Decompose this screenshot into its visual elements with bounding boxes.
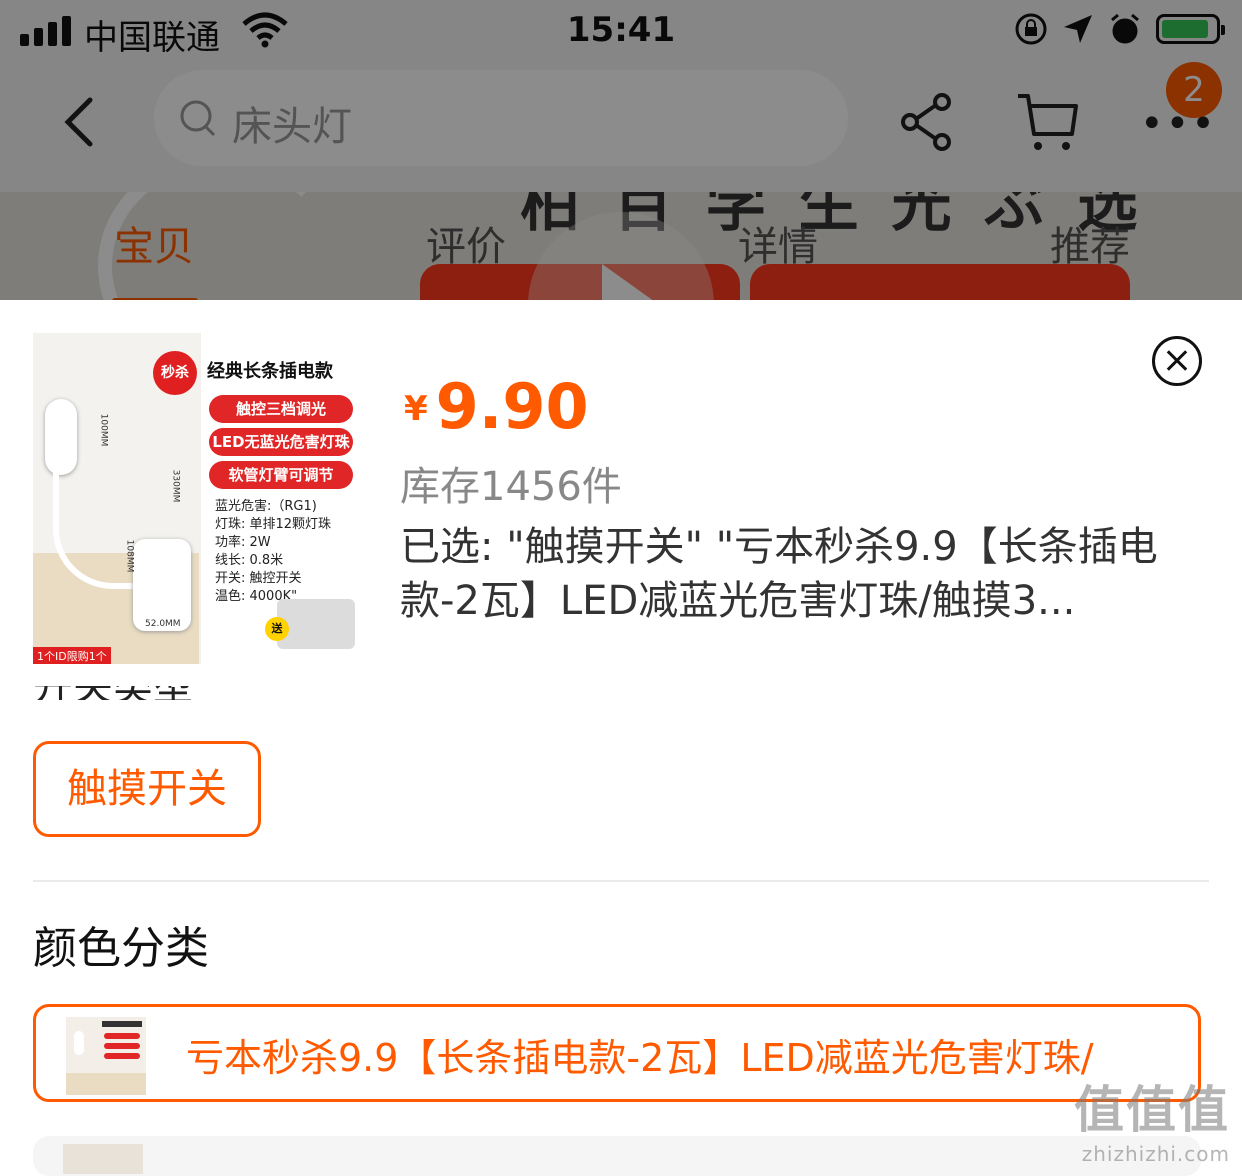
- image-spec: 蓝光危害:（RG1): [215, 499, 317, 514]
- watermark-url: zhizhizhi.com: [1081, 1142, 1230, 1166]
- color-option-selected[interactable]: 亏本秒杀9.9【长条插电款-2瓦】LED减蓝光危害灯珠/: [33, 1004, 1201, 1102]
- image-title: 经典长条插电款: [207, 361, 333, 382]
- dim-label: 52.0MM: [145, 619, 181, 629]
- image-spec: 功率: 2W: [215, 535, 271, 550]
- product-thumbnail[interactable]: 100MM 330MM 108MM 52.0MM 经典长条插电款 触控三档调光 …: [33, 333, 364, 664]
- image-feature: LED无蓝光危害灯珠: [209, 428, 353, 456]
- overlay-dim[interactable]: [0, 0, 1242, 300]
- option-thumbnail: [63, 1144, 143, 1174]
- color-option-next[interactable]: [33, 1136, 1201, 1176]
- image-feature: 触控三档调光: [209, 395, 353, 423]
- divider: [33, 880, 1209, 882]
- option-thumbnail: [66, 1017, 146, 1095]
- color-option-label: 亏本秒杀9.9【长条插电款-2瓦】LED减蓝光危害灯珠/: [186, 1036, 1094, 1080]
- purchase-limit-note: 1个ID限购1个: [33, 647, 111, 664]
- image-spec: 线长: 0.8米: [215, 553, 284, 568]
- sku-selection-sheet: 100MM 330MM 108MM 52.0MM 经典长条插电款 触控三档调光 …: [0, 300, 1242, 1176]
- dim-label: 330MM: [170, 469, 181, 503]
- image-feature: 软管灯臂可调节: [209, 461, 353, 489]
- dim-label: 100MM: [98, 413, 109, 447]
- image-spec: 开关: 触控开关: [215, 571, 302, 586]
- switch-option-touch[interactable]: 触摸开关: [33, 741, 261, 837]
- currency-symbol: ¥: [404, 389, 428, 429]
- image-spec: 灯珠: 单排12颗灯珠: [215, 517, 332, 532]
- gift-tag: 送: [265, 617, 289, 641]
- site-watermark: 值值值 zhizhizhi.com: [1074, 1070, 1230, 1166]
- stock-count: 库存1456件: [400, 464, 622, 510]
- product-page-background: 中国联通 15:41 柏 百 学 生 光 ぶ 选 宝贝 评价 详情 推荐 床头灯…: [0, 0, 1242, 300]
- close-icon[interactable]: [1152, 336, 1202, 386]
- usb-cable-gift-image: [277, 599, 355, 649]
- flash-sale-badge: 秒杀: [153, 351, 197, 395]
- dim-label: 108MM: [124, 539, 135, 573]
- switch-type-heading-clipped: 开关类型: [33, 686, 233, 700]
- color-section-title: 颜色分类: [33, 923, 209, 974]
- price-value: 9.90: [435, 370, 589, 443]
- selected-options-text: 已选: "触摸开关" "亏本秒杀9.9【长条插电款-2瓦】LED减蓝光危害灯珠/…: [400, 524, 1158, 624]
- price: ¥9.90: [404, 370, 589, 443]
- watermark-logo: 值值值: [1074, 1081, 1230, 1139]
